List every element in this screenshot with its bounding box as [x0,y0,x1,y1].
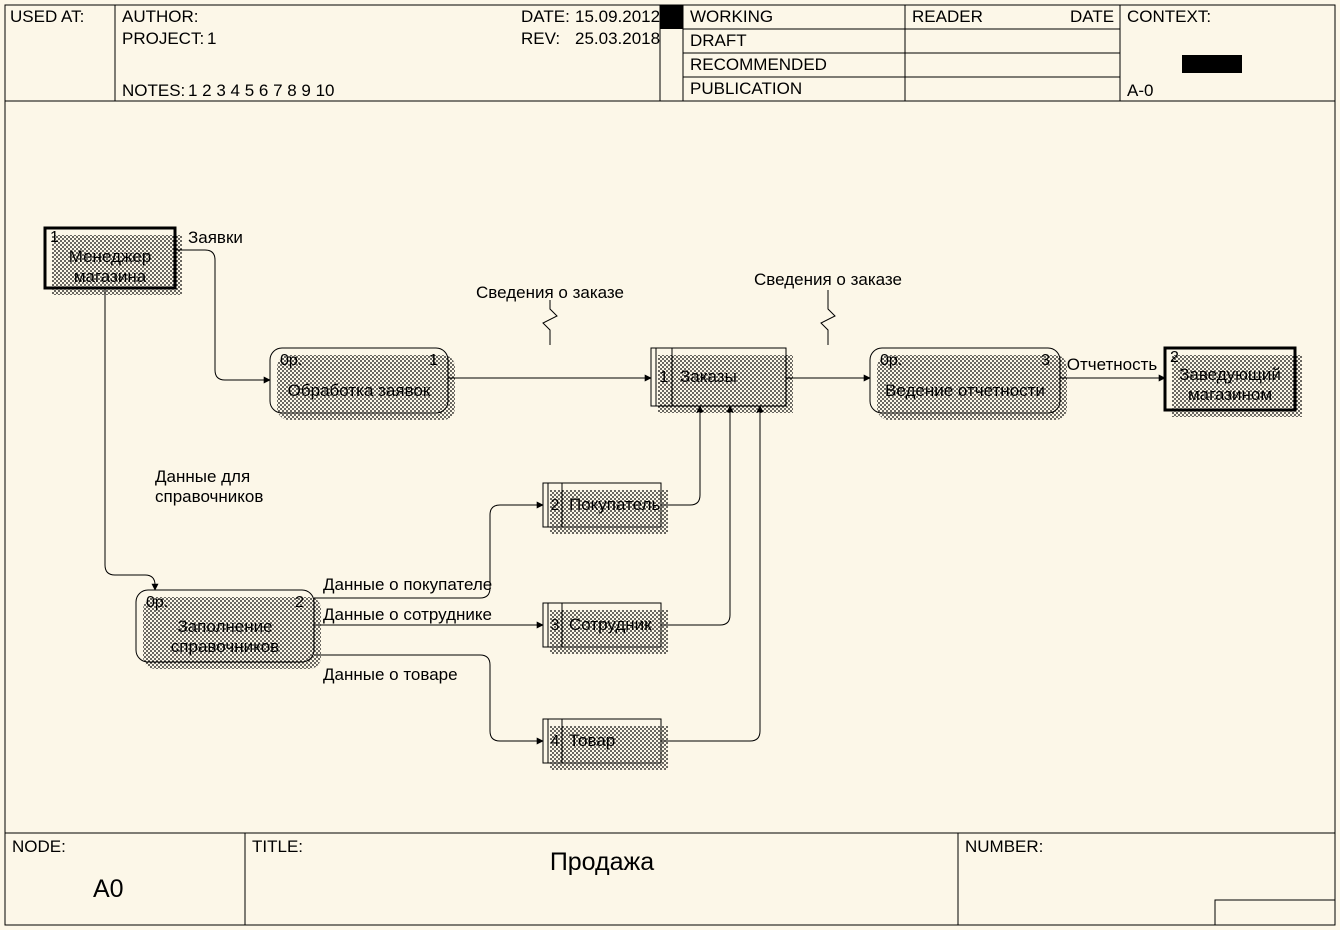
p2-tag: 0р. [146,594,168,611]
process-request-handling: 0р. 1 Обработка заявок [270,348,455,420]
rev-label: REV: [521,29,560,48]
title-label: TITLE: [252,837,303,856]
p1-tag: 0р. [280,352,302,369]
ext2-l1: Заведующий [1179,365,1281,384]
title-value: Продажа [550,848,654,876]
flow-refdata-l2: справочников [155,487,263,506]
datastore-employee: 3 Сотрудник [543,603,668,654]
date2-label: DATE [1070,7,1114,26]
flow-refdata-l1: Данные для [155,467,250,486]
ds2-title: Покупатель [569,495,660,514]
date-value: 15.09.2012 [575,7,660,26]
ds1-num: 1 [660,369,669,386]
external-manager: 1 Менеджер магазина [45,228,182,295]
status-publication: PUBLICATION [690,79,802,98]
p2-num: 2 [295,594,304,611]
p1-num: 1 [429,352,438,369]
flow-order-info-2-label: Сведения о заказе [754,270,902,289]
node-value: A0 [93,875,124,903]
project-value: 1 [207,29,216,48]
flow-order-info-1-label: Сведения о заказе [476,283,624,302]
ext1-num: 1 [50,229,59,246]
node-label: NODE: [12,837,66,856]
p2-l2: справочников [171,637,279,656]
ds3-num: 3 [551,617,560,634]
notes-label: NOTES: [122,81,185,100]
p2-l1: Заполнение [177,617,272,636]
ds1-title: Заказы [680,367,737,386]
p3-tag: 0р. [880,352,902,369]
context-box [1182,55,1242,73]
ext1-l2: магазина [74,267,147,286]
context-label: CONTEXT: [1127,7,1211,26]
ext2-num: 2 [1170,349,1179,366]
flow-reporting-label: Отчетность [1067,355,1158,374]
process-fill-directories: 0р. 2 Заполнение справочников [136,590,321,669]
author-label: AUTHOR: [122,7,199,26]
p3-num: 3 [1041,352,1050,369]
datastore-orders: 1 Заказы [651,348,793,413]
ext2-l2: магазином [1188,385,1272,404]
status-recommended: RECOMMENDED [690,55,827,74]
datastore-goods: 4 Товар [543,719,668,770]
p3-title: Ведение отчетности [885,381,1045,400]
flow-buyer-label: Данные о покупателе [323,575,492,594]
reader-label: READER [912,7,983,26]
ext1-l1: Менеджер [69,247,151,266]
rev-value: 25.03.2018 [575,29,660,48]
ds2-num: 2 [551,497,560,514]
process-reporting: 0р. 3 Ведение отчетности [870,348,1067,420]
context-node: A-0 [1127,81,1153,100]
used-at-label: USED AT: [10,7,84,26]
flow-goods-label: Данные о товаре [323,665,458,684]
status-marker [660,5,683,29]
status-draft: DRAFT [690,31,747,50]
date-label: DATE: [521,7,570,26]
number-label: NUMBER: [965,837,1043,856]
p1-title: Обработка заявок [288,381,431,400]
datastore-customer: 2 Покупатель [543,483,668,534]
ds4-title: Товар [569,731,615,750]
notes-value: 1 2 3 4 5 6 7 8 9 10 [188,81,335,100]
flow-requests-label: Заявки [188,228,243,247]
project-label: PROJECT: [122,29,204,48]
external-supervisor: 2 Заведующий магазином [1165,348,1302,417]
ds4-num: 4 [551,733,560,750]
ds3-title: Сотрудник [569,615,652,634]
flow-employee-label: Данные о сотруднике [323,605,492,624]
status-working: WORKING [690,7,773,26]
